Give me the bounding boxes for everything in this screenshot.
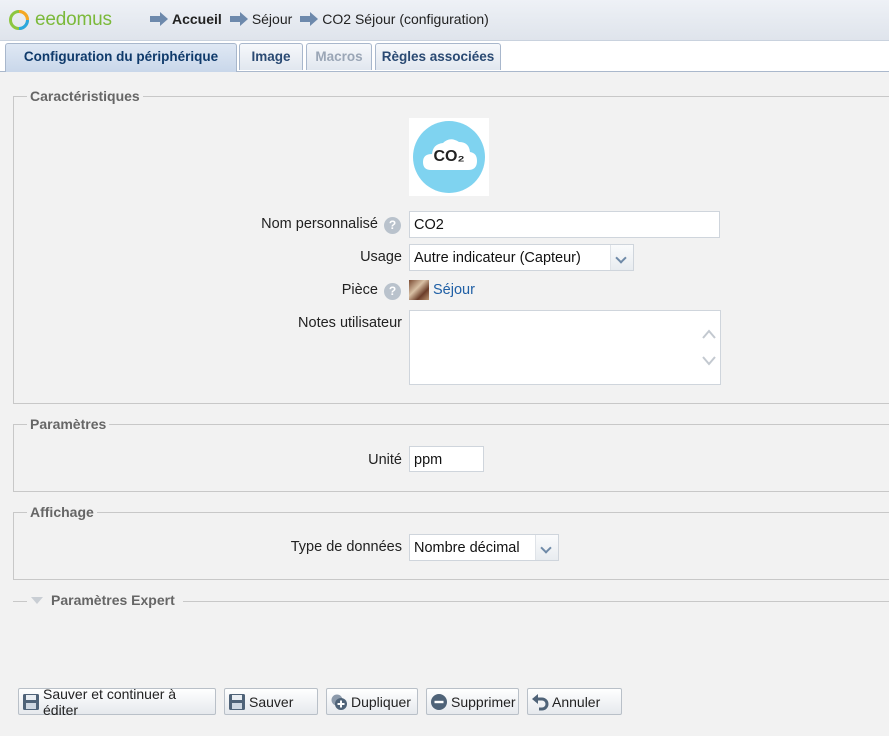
help-icon[interactable]: ? xyxy=(384,217,401,234)
room-thumbnail-icon xyxy=(409,280,429,300)
chevron-down-icon[interactable] xyxy=(610,245,633,270)
help-icon[interactable]: ? xyxy=(384,283,401,300)
notes-scrollbar[interactable] xyxy=(698,311,720,384)
scroll-up-icon[interactable] xyxy=(702,329,716,339)
arrow-right-icon xyxy=(150,12,168,26)
unit-label: Unité xyxy=(368,452,402,468)
tab-macros: Macros xyxy=(306,43,372,70)
triangle-down-icon[interactable] xyxy=(31,596,43,606)
save-continue-button[interactable]: Sauver et continuer à éditer xyxy=(18,685,216,718)
section-title: Affichage xyxy=(30,504,94,520)
floppy-disk-icon xyxy=(229,693,245,710)
data-type-select-value: Nombre décimal xyxy=(414,540,520,556)
usage-label: Usage xyxy=(360,249,402,265)
breadcrumb-room[interactable]: Séjour xyxy=(252,11,292,27)
divider xyxy=(183,601,889,602)
tab-bar: Configuration du périphérique Image Macr… xyxy=(0,41,889,72)
minus-circle-icon xyxy=(431,693,447,710)
button-label: Sauver et continuer à éditer xyxy=(43,685,177,718)
floppy-disk-icon xyxy=(23,693,39,710)
notes-label: Notes utilisateur xyxy=(298,315,402,331)
logo-ring-icon xyxy=(9,10,29,30)
top-header: eedomus Accueil Séjour CO2 Séjour (confi… xyxy=(0,0,889,41)
eedomus-logo[interactable]: eedomus xyxy=(8,7,112,33)
expert-toggle[interactable]: Paramètres Expert xyxy=(51,592,175,608)
logo-text: eedomus xyxy=(35,9,112,30)
data-type-select[interactable]: Nombre décimal xyxy=(409,534,559,561)
button-label: Dupliquer xyxy=(351,693,411,710)
arrow-right-icon xyxy=(300,12,319,26)
data-type-label: Type de données xyxy=(290,539,402,555)
breadcrumb-home[interactable]: Accueil xyxy=(172,11,222,27)
undo-arrow-icon xyxy=(532,693,549,710)
room-label: Pièce xyxy=(341,282,378,298)
tab-image[interactable]: Image xyxy=(239,43,303,70)
chevron-down-icon[interactable] xyxy=(535,535,558,560)
button-label: Supprimer xyxy=(451,693,516,710)
device-icon[interactable]: CO₂ xyxy=(409,118,489,196)
co2-label: CO₂ xyxy=(433,148,465,165)
name-input[interactable]: CO2 xyxy=(409,211,720,238)
delete-button[interactable]: Supprimer xyxy=(426,688,519,715)
section-title: Caractéristiques xyxy=(30,88,140,104)
arrow-right-icon xyxy=(229,12,248,26)
duplicate-button[interactable]: Dupliquer xyxy=(326,688,418,715)
scroll-down-icon[interactable] xyxy=(702,356,716,366)
usage-select-value: Autre indicateur (Capteur) xyxy=(414,250,581,266)
divider xyxy=(13,601,27,602)
main-content: Caractéristiques CO₂ Nom personnalisé ? … xyxy=(0,72,889,736)
cancel-button[interactable]: Annuler xyxy=(527,688,622,715)
tab-regles[interactable]: Règles associées xyxy=(375,43,501,70)
unit-input[interactable]: ppm xyxy=(409,446,484,472)
notes-textarea[interactable] xyxy=(409,310,721,385)
usage-select[interactable]: Autre indicateur (Capteur) xyxy=(409,244,634,271)
breadcrumb: Accueil Séjour CO2 Séjour (configuration… xyxy=(150,11,497,27)
duplicate-plus-icon xyxy=(331,694,347,710)
section-title: Paramètres xyxy=(30,416,107,432)
tab-configuration[interactable]: Configuration du périphérique xyxy=(5,43,237,72)
breadcrumb-current: CO2 Séjour (configuration) xyxy=(322,11,489,27)
room-link[interactable]: Séjour xyxy=(433,282,475,298)
name-label: Nom personnalisé xyxy=(261,216,378,232)
save-button[interactable]: Sauver xyxy=(224,688,318,715)
button-label: Annuler xyxy=(552,693,601,710)
button-label: Sauver xyxy=(249,693,294,710)
